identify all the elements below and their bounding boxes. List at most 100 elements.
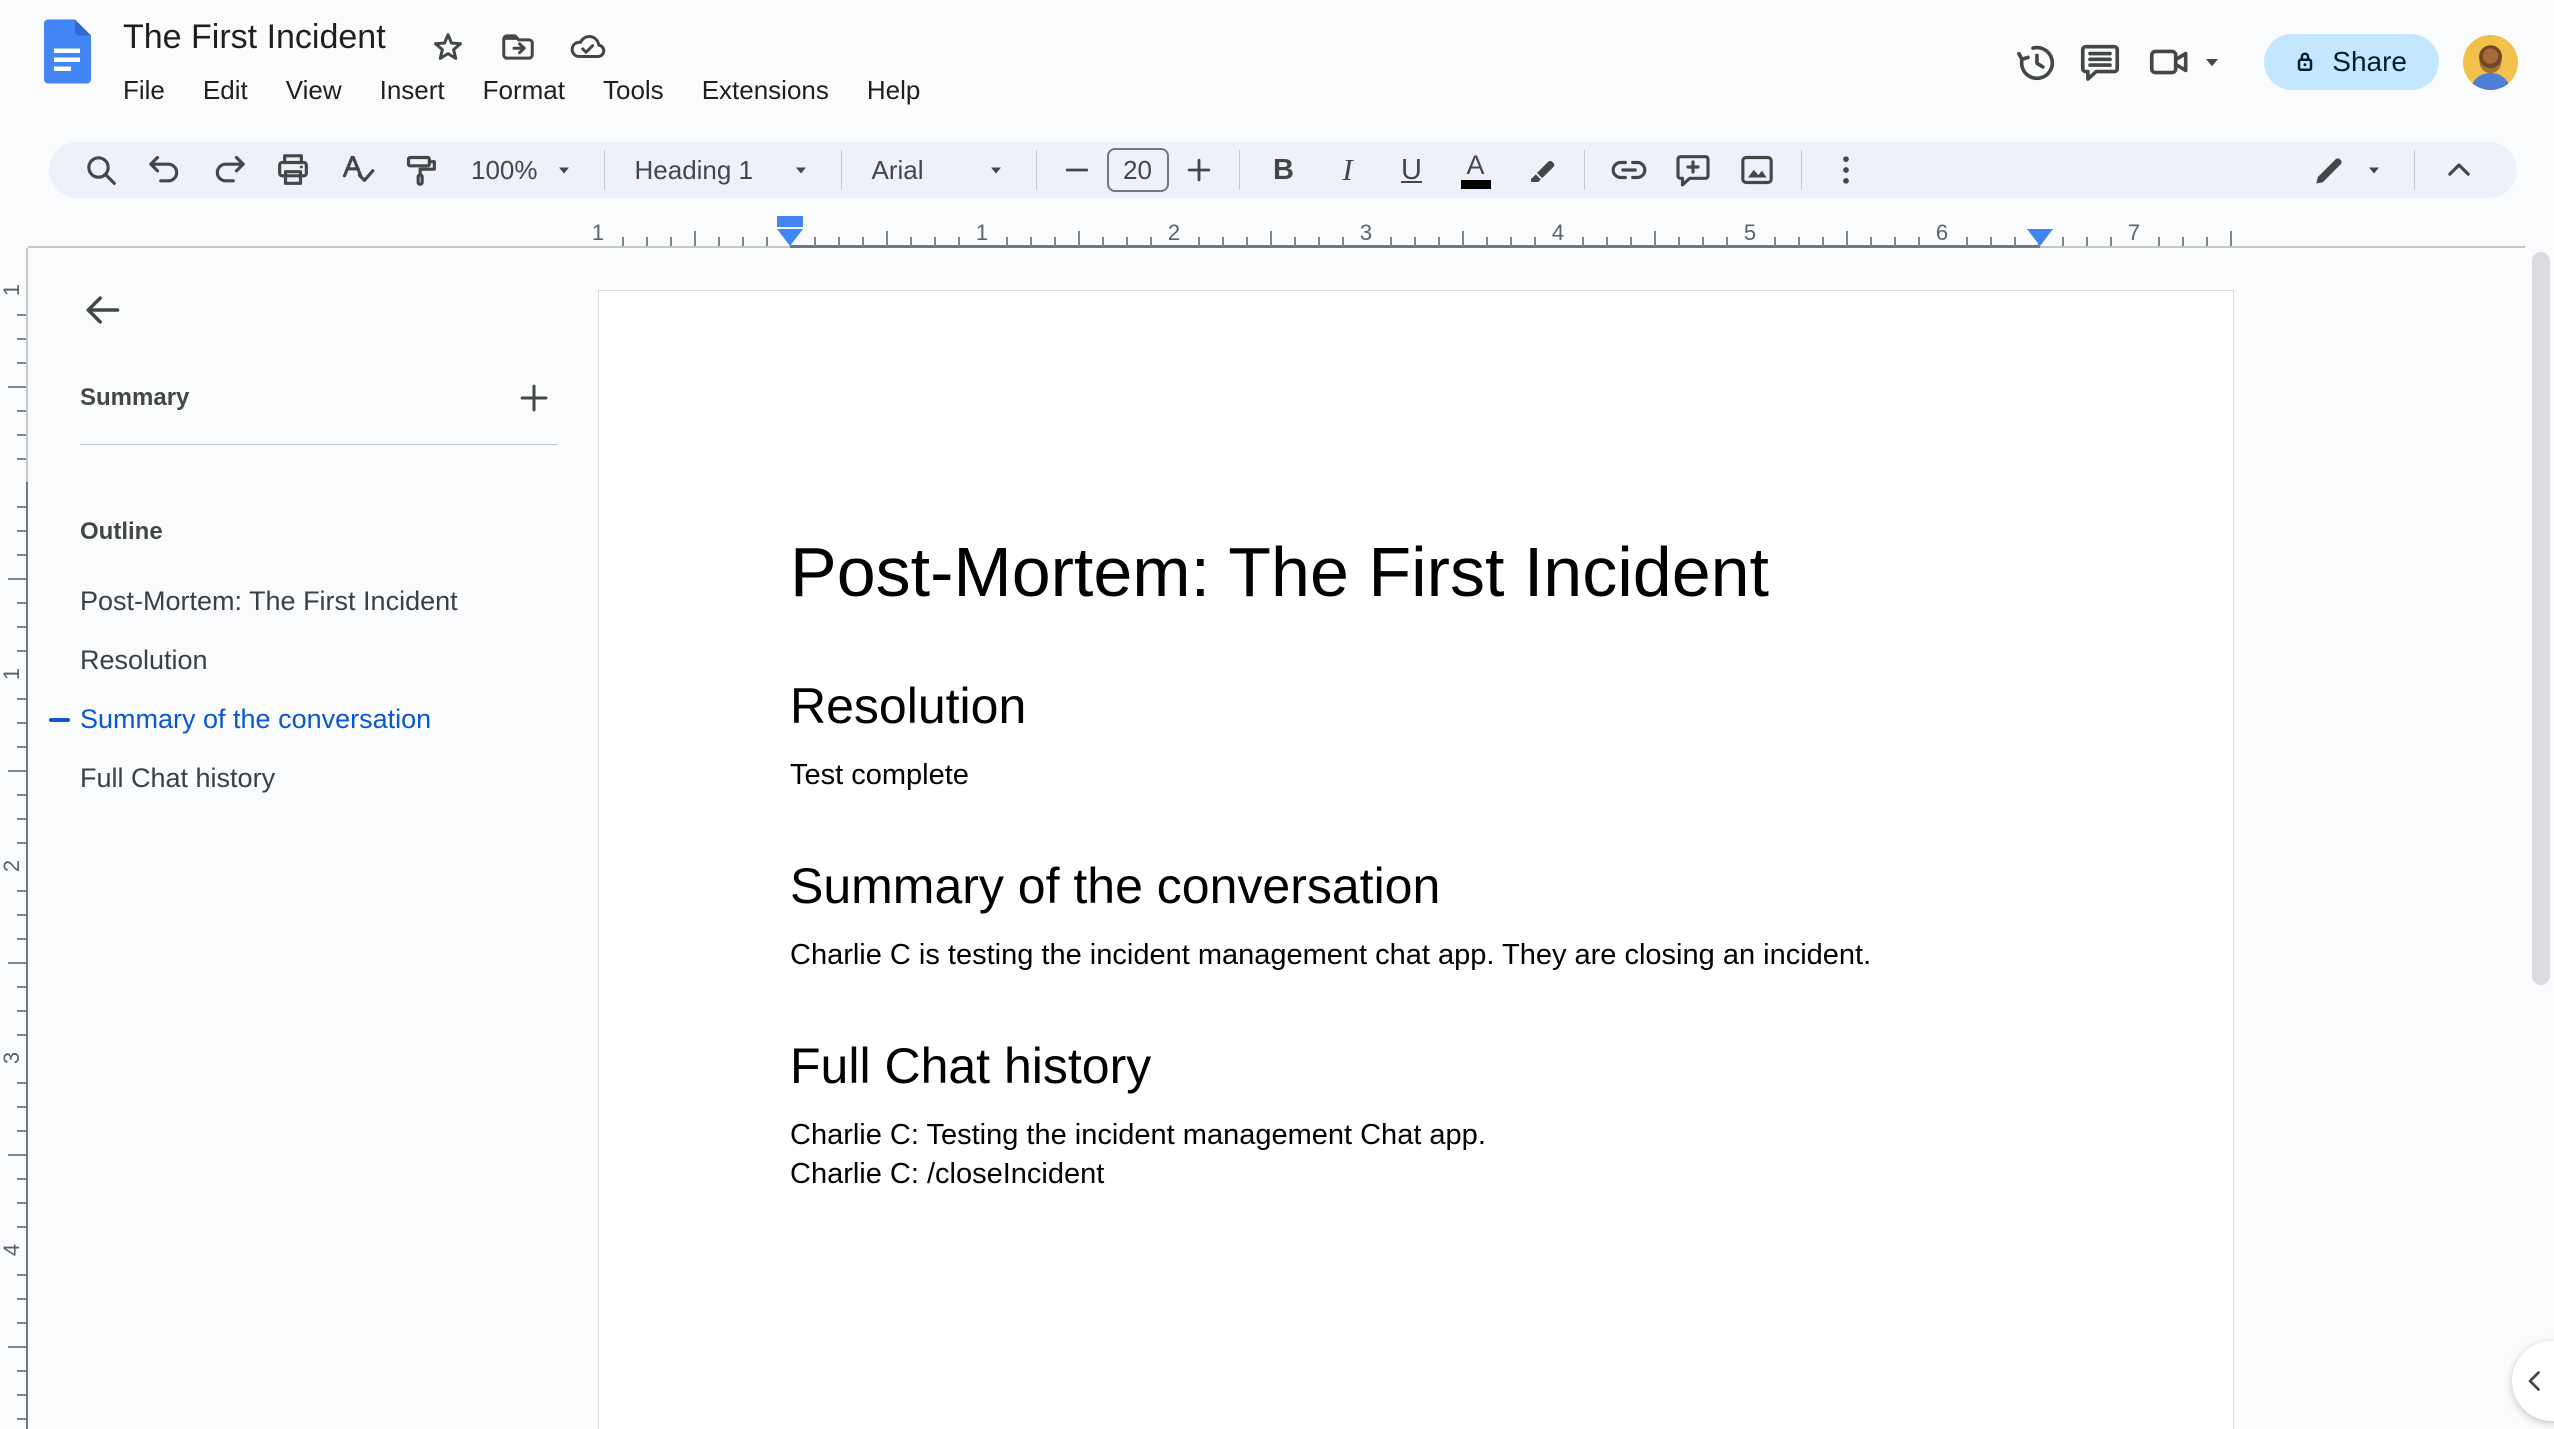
doc-paragraph[interactable]: Charlie C is testing the incident manage… — [790, 936, 2041, 975]
vertical-scrollbar[interactable] — [2532, 252, 2550, 985]
redo-icon — [215, 155, 245, 183]
caret-down-icon — [558, 167, 569, 174]
docs-logo-icon[interactable] — [44, 18, 91, 85]
doc-heading-summary[interactable]: Summary of the conversation — [790, 857, 2041, 915]
minus-icon — [1065, 168, 1088, 172]
document-saved-status-button[interactable] — [567, 27, 607, 67]
ruler-tick — [8, 578, 26, 580]
paint-format-button[interactable] — [401, 150, 441, 190]
menu-item-file[interactable]: File — [111, 70, 177, 110]
outline-item[interactable]: Full Chat history — [49, 749, 569, 808]
toolbar-divider — [603, 150, 605, 190]
ruler-tick — [17, 1082, 26, 1084]
underline-button[interactable]: U — [1392, 150, 1432, 190]
ruler-tick — [1678, 237, 1680, 246]
ruler-tick — [1534, 237, 1536, 246]
document-page[interactable]: Post-Mortem: The First Incident Resoluti… — [598, 290, 2234, 1429]
ruler-tick — [17, 1394, 26, 1396]
doc-paragraph[interactable]: Charlie C: Testing the incident manageme… — [790, 1116, 2041, 1194]
print-button[interactable] — [273, 150, 313, 190]
insert-image-button[interactable] — [1737, 150, 1777, 190]
ruler-number: 1 — [975, 220, 989, 245]
editing-mode-select[interactable] — [2292, 150, 2402, 190]
ruler-tick — [17, 530, 26, 532]
plus-icon — [1187, 158, 1210, 182]
account-avatar[interactable] — [2463, 34, 2518, 90]
toolbar-right-group — [2292, 150, 2491, 190]
ruler-tick — [17, 362, 26, 364]
menu-item-extensions[interactable]: Extensions — [690, 70, 841, 110]
open-comments-button[interactable] — [2068, 30, 2132, 94]
bold-button[interactable]: B — [1264, 150, 1304, 190]
undo-button[interactable] — [145, 150, 185, 190]
ruler-tick — [17, 650, 26, 652]
menu-item-tools[interactable]: Tools — [591, 70, 676, 110]
menu-item-help[interactable]: Help — [855, 70, 932, 110]
ruler-tick — [17, 842, 26, 844]
decrease-font-size-button[interactable] — [1057, 150, 1097, 190]
version-history-button[interactable] — [2004, 30, 2068, 94]
italic-button[interactable]: I — [1328, 150, 1368, 190]
toolbar-divider — [1800, 150, 1802, 190]
text-color-button[interactable]: A — [1456, 150, 1496, 190]
search-menus-button[interactable] — [81, 150, 121, 190]
ruler-tick — [1294, 237, 1296, 246]
spelling-grammar-check-button[interactable] — [337, 150, 377, 190]
caret-down-icon — [2206, 59, 2219, 67]
ruler-number: 6 — [1935, 220, 1949, 245]
menu-item-format[interactable]: Format — [471, 70, 577, 110]
menu-item-insert[interactable]: Insert — [368, 70, 457, 110]
menu-item-view[interactable]: View — [274, 70, 354, 110]
star-button[interactable] — [428, 27, 468, 67]
hide-menus-button[interactable] — [2439, 150, 2479, 190]
ruler-tick — [17, 890, 26, 892]
show-side-panel-button[interactable] — [2512, 1341, 2554, 1421]
ruler-tick — [1726, 237, 1728, 246]
insert-link-button[interactable] — [1609, 150, 1649, 190]
doc-heading-1[interactable]: Post-Mortem: The First Incident — [790, 531, 2041, 613]
zoom-select[interactable]: 100% — [453, 150, 592, 190]
first-line-indent-marker[interactable] — [777, 216, 803, 227]
ruler-tick — [1270, 231, 1272, 246]
increase-font-size-button[interactable] — [1179, 150, 1219, 190]
outline-item-active[interactable]: Summary of the conversation — [49, 690, 569, 749]
left-indent-marker[interactable] — [777, 229, 803, 246]
ruler-tick — [2158, 237, 2160, 246]
font-family-select[interactable]: Arial — [854, 150, 1024, 190]
toolbar-divider — [1238, 150, 1240, 190]
document-title[interactable]: The First Incident — [123, 15, 386, 59]
search-icon — [87, 156, 116, 185]
menu-item-edit[interactable]: Edit — [191, 70, 260, 110]
horizontal-ruler[interactable]: 1 1 2 3 4 5 6 7 — [0, 208, 2554, 250]
avatar-image — [2463, 34, 2518, 90]
toolbar-divider — [1035, 150, 1037, 190]
share-button[interactable]: Share — [2264, 34, 2439, 90]
close-outline-button[interactable] — [70, 278, 134, 342]
caret-down-icon — [2369, 167, 2379, 174]
ruler-tick — [766, 237, 768, 246]
add-summary-button[interactable] — [510, 374, 558, 422]
ruler-tick — [1822, 237, 1824, 246]
more-toolbar-options-button[interactable] — [1826, 150, 1866, 190]
doc-heading-resolution[interactable]: Resolution — [790, 677, 2041, 735]
ruler-number: 1 — [0, 283, 24, 297]
highlight-color-button[interactable] — [1520, 150, 1560, 190]
doc-paragraph[interactable]: Test complete — [790, 756, 2041, 795]
add-comment-button[interactable] — [1673, 150, 1713, 190]
vertical-ruler[interactable]: 1 1 2 3 4 — [0, 248, 30, 1429]
ruler-tick — [1006, 237, 1008, 246]
outline-item[interactable]: Resolution — [49, 631, 569, 690]
font-size-input[interactable]: 20 — [1106, 148, 1169, 192]
paragraph-styles-select[interactable]: Heading 1 — [617, 150, 829, 190]
right-indent-marker[interactable] — [2027, 229, 2053, 246]
ruler-tick — [1846, 231, 1848, 246]
redo-button[interactable] — [209, 150, 249, 190]
ruler-tick — [646, 237, 648, 246]
outline-item[interactable]: Post-Mortem: The First Incident — [49, 572, 569, 631]
join-video-call-button[interactable] — [2132, 30, 2238, 94]
move-to-folder-button[interactable] — [498, 27, 538, 67]
star-icon — [433, 33, 463, 60]
ruler-tick — [1486, 237, 1488, 246]
ruler-tick — [8, 1154, 26, 1156]
doc-heading-chat-history[interactable]: Full Chat history — [790, 1037, 2041, 1095]
